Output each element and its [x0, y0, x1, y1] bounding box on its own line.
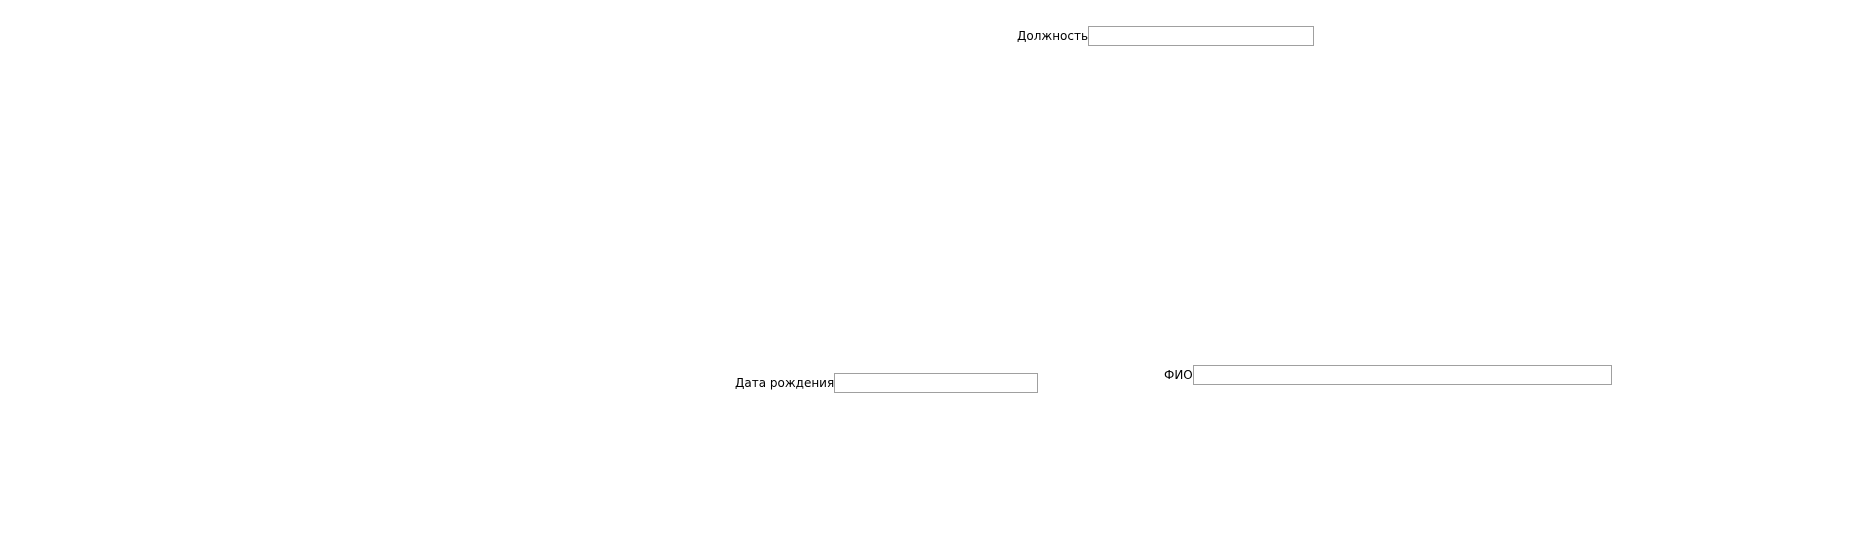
full-name-field-group: ФИО: [1164, 365, 1612, 385]
birth-date-label: Дата рождения: [735, 376, 835, 390]
full-name-input[interactable]: [1192, 365, 1612, 385]
position-label: Должность: [1017, 29, 1089, 43]
position-input[interactable]: [1088, 26, 1315, 46]
position-field-group: Должность: [1017, 26, 1315, 46]
full-name-label: ФИО: [1164, 368, 1193, 382]
birth-date-field-group: Дата рождения: [735, 373, 1039, 393]
birth-date-input[interactable]: [834, 373, 1039, 393]
